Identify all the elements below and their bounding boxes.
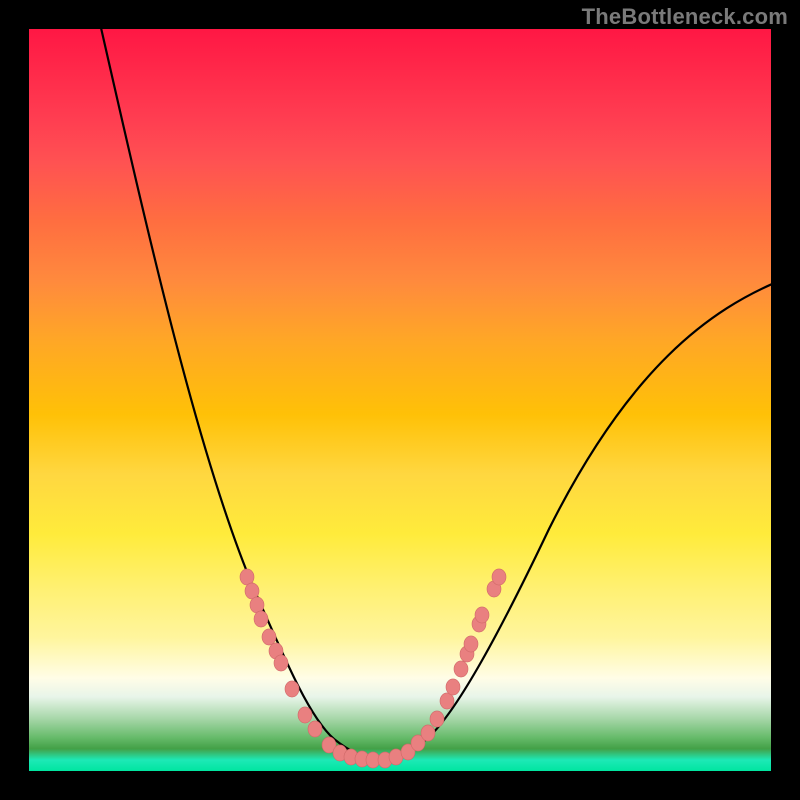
- data-point: [298, 707, 312, 723]
- data-point: [250, 597, 264, 613]
- data-point: [492, 569, 506, 585]
- data-point: [464, 636, 478, 652]
- data-point: [245, 583, 259, 599]
- watermark-text: TheBottleneck.com: [582, 4, 788, 30]
- data-point: [421, 725, 435, 741]
- data-point: [262, 629, 276, 645]
- data-point: [240, 569, 254, 585]
- data-point: [454, 661, 468, 677]
- data-point: [440, 693, 454, 709]
- plot-area: [29, 29, 771, 771]
- data-point: [254, 611, 268, 627]
- data-point: [285, 681, 299, 697]
- data-point: [274, 655, 288, 671]
- chart-frame: TheBottleneck.com: [0, 0, 800, 800]
- bottleneck-curve: [99, 29, 771, 759]
- data-point: [446, 679, 460, 695]
- curve-layer: [29, 29, 771, 771]
- data-point: [430, 711, 444, 727]
- dot-group: [240, 569, 506, 768]
- data-point: [308, 721, 322, 737]
- data-point: [475, 607, 489, 623]
